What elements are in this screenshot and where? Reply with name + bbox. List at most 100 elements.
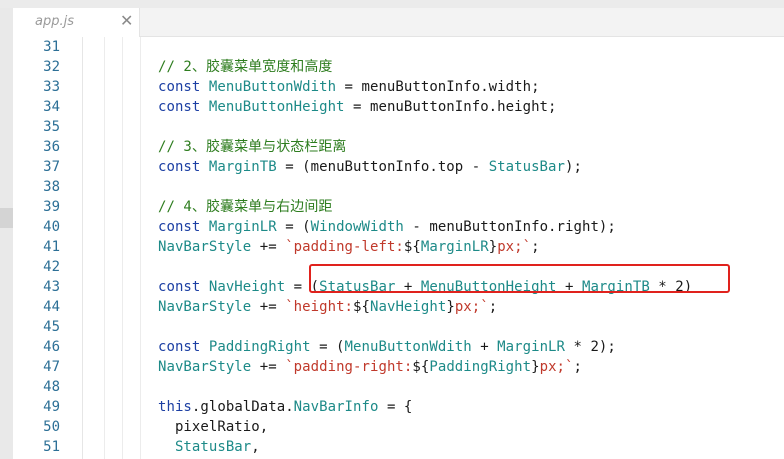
code-token-keyword: const bbox=[158, 219, 209, 235]
code-line[interactable]: 38 bbox=[0, 177, 784, 197]
code-token-plain: ${ bbox=[403, 239, 421, 255]
code-line[interactable]: 34 const MenuButtonHeight = menuButtonInf… bbox=[0, 97, 784, 117]
code-token-keyword: const bbox=[158, 159, 209, 175]
code-token-identifier: MenuButtonWdith bbox=[208, 79, 337, 95]
code-token-identifier: MenuButtonHeight bbox=[208, 99, 345, 115]
code-token-plain: } bbox=[446, 299, 455, 315]
line-number: 51 bbox=[43, 439, 60, 455]
line-number: 36 bbox=[43, 139, 60, 155]
code-token-plain: = { bbox=[378, 399, 413, 415]
code-line[interactable]: 46 const PaddingRight = (MenuButtonWdith … bbox=[0, 337, 784, 357]
line-number: 34 bbox=[43, 99, 60, 115]
code-line[interactable]: 36 // 3、胶囊菜单与状态栏距离 bbox=[0, 137, 784, 157]
code-line[interactable]: 47 NavBarStyle += `padding-right:${Paddin… bbox=[0, 357, 784, 377]
tab-app-js[interactable]: app.js ✕ bbox=[13, 8, 140, 37]
code-token-plain: += bbox=[251, 239, 286, 255]
tab-title: app.js bbox=[35, 14, 74, 29]
code-token-identifier: StatusBar bbox=[488, 159, 565, 175]
line-number: 42 bbox=[43, 259, 60, 275]
code-text: const MarginTB = (menuButtonInfo.top - S… bbox=[158, 157, 582, 177]
code-line[interactable]: 49 this.globalData.NavBarInfo = { bbox=[0, 397, 784, 417]
code-line[interactable]: 51 StatusBar, bbox=[0, 437, 784, 457]
code-text: NavBarStyle += `padding-right:${PaddingR… bbox=[158, 357, 582, 377]
code-token-identifier: MenuButtonWdith bbox=[344, 339, 472, 355]
line-number: 41 bbox=[43, 239, 60, 255]
code-token-plain: ); bbox=[565, 159, 582, 175]
line-number: 40 bbox=[43, 219, 60, 235]
code-line[interactable]: 39 // 4、胶囊菜单与右边间距 bbox=[0, 197, 784, 217]
code-line[interactable]: 41 NavBarStyle += `padding-left:${MarginL… bbox=[0, 237, 784, 257]
code-line[interactable]: 37 const MarginTB = (menuButtonInfo.top -… bbox=[0, 157, 784, 177]
line-number: 33 bbox=[43, 79, 60, 95]
code-token-identifier: WindowWidth bbox=[310, 219, 404, 235]
code-token-plain: + bbox=[471, 339, 498, 355]
code-token-plain: .globalData. bbox=[191, 399, 294, 415]
code-token-identifier: NavHeight bbox=[370, 299, 447, 315]
line-number: 39 bbox=[43, 199, 60, 215]
code-token-keyword: const bbox=[158, 339, 209, 355]
line-number: 44 bbox=[43, 299, 60, 315]
code-text: const MenuButtonWdith = menuButtonInfo.w… bbox=[158, 77, 540, 97]
line-number: 31 bbox=[43, 39, 60, 55]
code-line[interactable]: 40 const MarginLR = (WindowWidth - menuBu… bbox=[0, 217, 784, 237]
code-text: pixelRatio, bbox=[158, 417, 268, 437]
code-text: // 2、胶囊菜单宽度和高度 bbox=[158, 57, 332, 77]
code-token-plain: } bbox=[488, 239, 498, 255]
line-number: 43 bbox=[43, 279, 60, 295]
code-text: // 4、胶囊菜单与右边间距 bbox=[158, 197, 332, 217]
code-line[interactable]: 48 bbox=[0, 377, 784, 397]
line-number: 37 bbox=[43, 159, 60, 175]
code-line[interactable]: 32 // 2、胶囊菜单宽度和高度 bbox=[0, 57, 784, 77]
code-line[interactable]: 31 bbox=[0, 37, 784, 57]
code-token-plain: = menuButtonInfo.width; bbox=[336, 79, 540, 95]
code-token-plain: ${ bbox=[412, 359, 430, 375]
line-number: 46 bbox=[43, 339, 60, 355]
code-line[interactable]: 50 pixelRatio, bbox=[0, 417, 784, 437]
code-token-plain: ${ bbox=[353, 299, 371, 315]
code-token-identifier: NavBarStyle bbox=[158, 359, 252, 375]
code-token-identifier: MarginLR bbox=[420, 239, 489, 255]
code-token-keyword: const bbox=[158, 279, 209, 295]
code-token-plain: * 2); bbox=[565, 339, 616, 355]
code-token-keyword: const bbox=[158, 99, 209, 115]
code-text: NavBarStyle += `padding-left:${MarginLR}… bbox=[158, 237, 540, 257]
code-token-plain: = ( bbox=[310, 339, 345, 355]
code-text: const PaddingRight = (MenuButtonWdith + … bbox=[158, 337, 616, 357]
code-line[interactable]: 33 const MenuButtonWdith = menuButtonInfo… bbox=[0, 77, 784, 97]
close-icon[interactable]: ✕ bbox=[120, 12, 133, 30]
code-token-identifier: NavBarStyle bbox=[158, 239, 252, 255]
code-token-comment: // 2、胶囊菜单宽度和高度 bbox=[158, 59, 333, 75]
code-token-string: px;` bbox=[539, 359, 574, 375]
code-token-plain: += bbox=[251, 299, 286, 315]
code-text: const MenuButtonHeight = menuButtonInfo.… bbox=[158, 97, 557, 117]
code-line[interactable]: 44 NavBarStyle += `height:${NavHeight}px;… bbox=[0, 297, 784, 317]
code-token-plain: = ( bbox=[276, 219, 311, 235]
code-token-identifier: MarginLR bbox=[208, 219, 277, 235]
code-line[interactable]: 35 bbox=[0, 117, 784, 137]
code-text: NavBarStyle += `height:${NavHeight}px;`; bbox=[158, 297, 497, 317]
code-text: // 3、胶囊菜单与状态栏距离 bbox=[158, 137, 346, 157]
line-number: 50 bbox=[43, 419, 60, 435]
line-number: 49 bbox=[43, 399, 60, 415]
line-number: 35 bbox=[43, 119, 60, 135]
code-token-plain: pixelRatio, bbox=[158, 419, 269, 435]
code-token-plain: ; bbox=[573, 359, 582, 375]
highlight-box bbox=[309, 264, 730, 293]
code-token-comment: // 4、胶囊菜单与右边间距 bbox=[158, 199, 333, 215]
code-token-keyword: this bbox=[158, 399, 192, 415]
code-token-identifier: PaddingRight bbox=[429, 359, 532, 375]
code-token-identifier: MarginTB bbox=[208, 159, 277, 175]
code-token-plain: ; bbox=[531, 239, 540, 255]
code-token-identifier: NavBarStyle bbox=[158, 299, 252, 315]
code-token-string: px;` bbox=[454, 299, 489, 315]
line-number: 45 bbox=[43, 319, 60, 335]
code-token-plain: - menuButtonInfo.right); bbox=[403, 219, 616, 235]
code-token-string: `height: bbox=[285, 299, 354, 315]
code-token-identifier: PaddingRight bbox=[208, 339, 311, 355]
window-top-strip bbox=[0, 0, 784, 8]
code-token-plain: } bbox=[531, 359, 540, 375]
code-token-plain: = (menuButtonInfo.top - bbox=[276, 159, 489, 175]
code-token-identifier: StatusBar bbox=[158, 439, 252, 455]
code-text: const MarginLR = (WindowWidth - menuButt… bbox=[158, 217, 616, 237]
code-line[interactable]: 45 bbox=[0, 317, 784, 337]
